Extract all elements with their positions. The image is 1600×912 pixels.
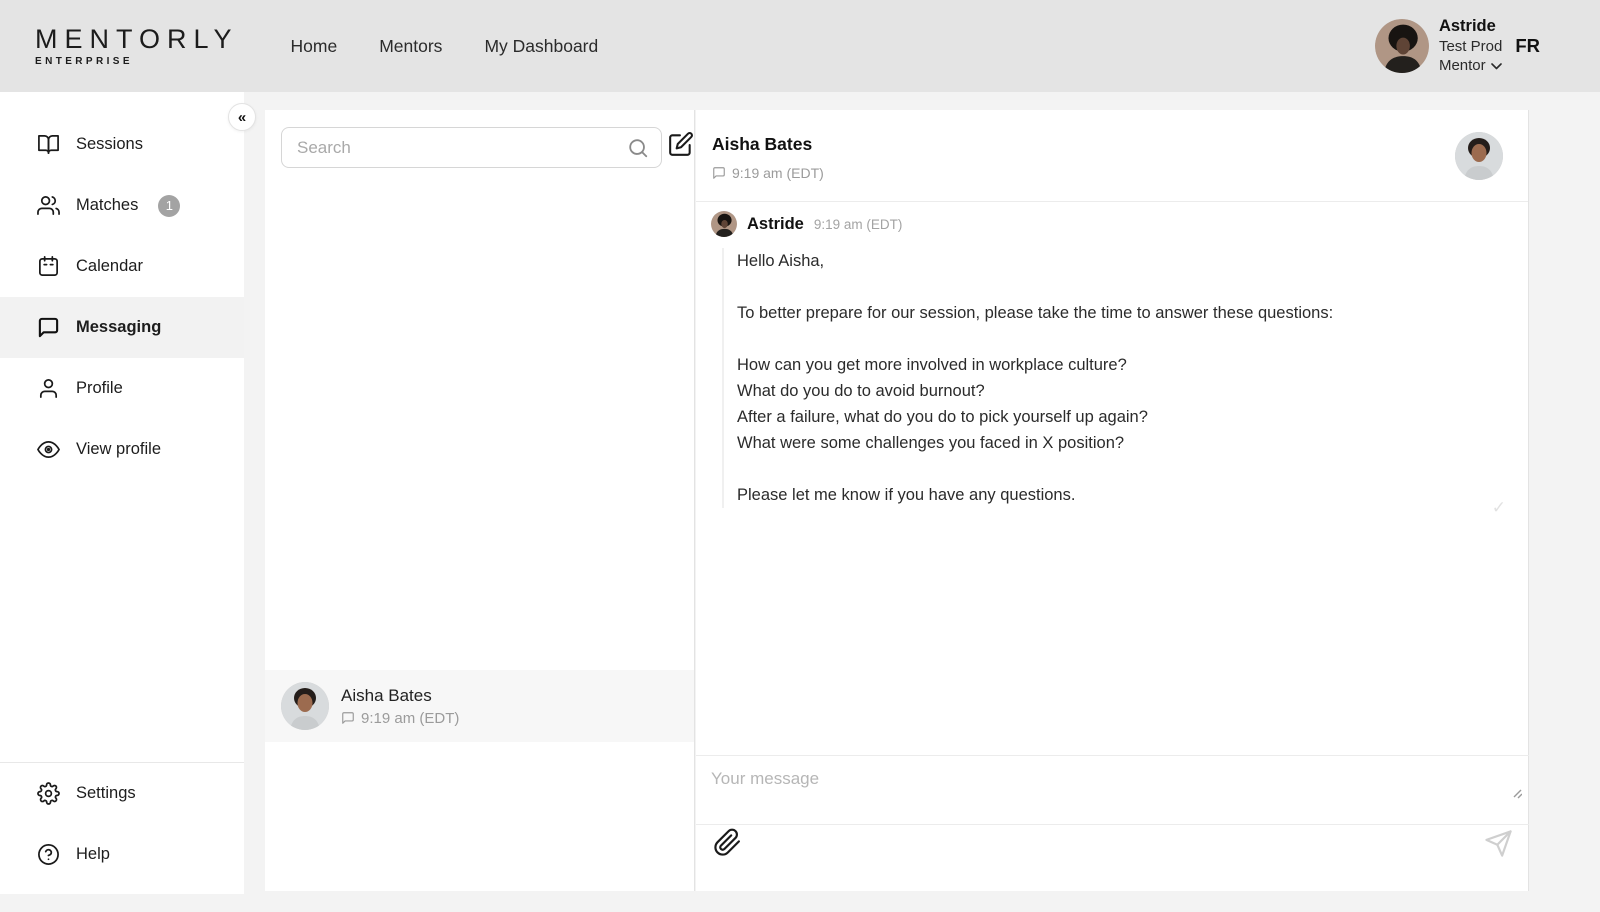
aisha-avatar-image [1455, 132, 1503, 180]
sidebar-item-view-profile[interactable]: View profile [0, 419, 244, 480]
mentorly-logo[interactable]: MENTORLY ENTERPRISE [35, 26, 239, 67]
message: Astride 9:19 am (EDT) Hello Aisha, To be… [696, 202, 1528, 508]
conversation-avatar [281, 682, 329, 730]
sidebar-item-label: Matches [76, 196, 138, 215]
sidebar-footer: Settings Help [0, 762, 244, 876]
search-input[interactable] [282, 138, 627, 158]
eye-icon [37, 438, 60, 461]
search-bar [281, 127, 662, 168]
gear-icon [37, 782, 60, 805]
top-nav: Home Mentors My Dashboard [291, 36, 599, 57]
astride-avatar-image [711, 211, 737, 237]
logo-subtitle: ENTERPRISE [35, 56, 239, 67]
sidebar-nav: Sessions Matches 1 [0, 92, 244, 480]
nav-home[interactable]: Home [291, 36, 338, 57]
read-receipt-icon: ✓ [1492, 498, 1506, 518]
language-toggle[interactable]: FR [1515, 35, 1540, 57]
message-composer [696, 755, 1529, 824]
resize-handle-icon[interactable] [1508, 787, 1522, 799]
astride-avatar-image [1375, 19, 1429, 73]
conversation-list-item[interactable]: Aisha Bates 9:19 am (EDT) [265, 670, 694, 742]
chat-bubble-icon [341, 711, 355, 725]
sidebar-item-help[interactable]: Help [0, 832, 244, 876]
message-input[interactable] [696, 756, 1529, 824]
sidebar: Sessions Matches 1 [0, 92, 244, 894]
user-role-dropdown[interactable]: Mentor [1439, 57, 1502, 76]
message-sender-name: Astride [747, 215, 804, 234]
conversation-name: Aisha Bates [341, 686, 459, 706]
chat-bubble-icon [712, 166, 726, 180]
aisha-avatar-image [281, 682, 329, 730]
compose-message-icon[interactable] [668, 131, 694, 157]
sidebar-item-settings[interactable]: Settings [0, 771, 244, 815]
chat-header-time: 9:19 am (EDT) [732, 165, 824, 181]
chat-toolbar [696, 824, 1529, 891]
nav-mentors[interactable]: Mentors [379, 36, 442, 57]
user-org: Test Prod [1439, 38, 1502, 57]
calendar-icon [37, 255, 60, 278]
sidebar-item-label: Settings [76, 784, 136, 803]
matches-count-badge: 1 [158, 195, 180, 217]
sidebar-item-label: View profile [76, 440, 161, 459]
conversation-list-panel: Aisha Bates 9:19 am (EDT) [265, 110, 695, 891]
conversation-time: 9:19 am (EDT) [361, 710, 459, 727]
user-avatar[interactable] [1375, 19, 1429, 73]
search-icon[interactable] [627, 137, 649, 159]
chat-contact-name: Aisha Bates [712, 134, 812, 155]
chat-header: Aisha Bates 9:19 am (EDT) [696, 110, 1528, 202]
user-role-label: Mentor [1439, 57, 1486, 76]
sidebar-item-label: Messaging [76, 318, 161, 337]
sidebar-collapse-button[interactable]: « [228, 103, 256, 131]
sidebar-item-calendar[interactable]: Calendar [0, 236, 244, 297]
book-open-icon [37, 133, 60, 156]
chat-panel: Aisha Bates 9:19 am (EDT) [696, 110, 1529, 891]
top-header: MENTORLY ENTERPRISE Home Mentors My Dash… [0, 0, 1600, 92]
nav-my-dashboard[interactable]: My Dashboard [484, 36, 598, 57]
users-icon [37, 194, 60, 217]
message-body: Hello Aisha, To better prepare for our s… [722, 248, 1512, 508]
conversation-meta: Aisha Bates 9:19 am (EDT) [341, 686, 459, 727]
sidebar-item-matches[interactable]: Matches 1 [0, 175, 244, 236]
sidebar-item-label: Sessions [76, 135, 143, 154]
send-icon[interactable] [1484, 829, 1513, 858]
message-head: Astride 9:19 am (EDT) [711, 211, 1512, 237]
sidebar-item-sessions[interactable]: Sessions [0, 114, 244, 175]
person-icon [37, 377, 60, 400]
collapse-chevrons-icon: « [238, 109, 246, 126]
chat-messages-area: Astride 9:19 am (EDT) Hello Aisha, To be… [696, 202, 1528, 755]
sidebar-item-messaging[interactable]: Messaging [0, 297, 244, 358]
message-sender-avatar [711, 211, 737, 237]
sidebar-item-label: Calendar [76, 257, 143, 276]
conversation-time-row: 9:19 am (EDT) [341, 710, 459, 727]
user-name: Astride [1439, 16, 1502, 37]
chat-bubble-icon [37, 316, 60, 339]
sidebar-item-profile[interactable]: Profile [0, 358, 244, 419]
chevron-down-icon [1491, 63, 1502, 70]
sidebar-item-label: Profile [76, 379, 123, 398]
paperclip-icon[interactable] [713, 828, 742, 857]
app-root: MENTORLY ENTERPRISE Home Mentors My Dash… [0, 0, 1600, 912]
user-area: Astride Test Prod Mentor FR [1375, 16, 1540, 75]
message-time: 9:19 am (EDT) [814, 217, 903, 232]
help-circle-icon [37, 843, 60, 866]
chat-header-time-row: 9:19 am (EDT) [712, 165, 824, 181]
sidebar-item-label: Help [76, 845, 110, 864]
user-meta: Astride Test Prod Mentor [1439, 16, 1502, 75]
logo-title: MENTORLY [35, 26, 239, 53]
chat-contact-avatar [1455, 132, 1503, 180]
